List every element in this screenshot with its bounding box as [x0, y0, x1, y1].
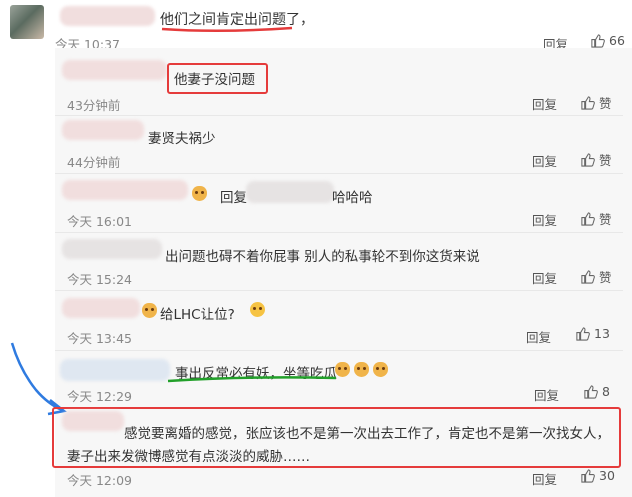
like-button[interactable]: 赞	[580, 209, 612, 228]
username-blurred[interactable]	[62, 298, 140, 318]
reply-text-line2: 妻子出来发微博感觉有点淡淡的威胁……	[67, 449, 310, 465]
doge-emoji-icon	[250, 302, 265, 317]
like-button[interactable]: 赞	[580, 150, 612, 169]
avatar[interactable]	[10, 5, 44, 39]
like-button[interactable]: 8	[583, 384, 610, 399]
like-count: 13	[594, 326, 610, 341]
username-blurred[interactable]	[62, 180, 188, 200]
reply-time: 今天 12:09	[67, 473, 132, 488]
divider	[55, 290, 623, 291]
reply-button[interactable]: 回复	[532, 210, 557, 229]
divider	[55, 232, 623, 233]
reply-text: 出问题也碍不着你屁事 别人的私事轮不到你这货来说	[165, 249, 480, 265]
reply-button[interactable]: 回复	[532, 268, 557, 287]
thumbs-up-icon	[576, 327, 590, 341]
reply-time: 今天 16:01	[67, 214, 132, 229]
divider	[55, 173, 623, 174]
like-button[interactable]: 30	[580, 468, 615, 483]
reply-button[interactable]: 回复	[526, 327, 551, 346]
like-button[interactable]: 66	[590, 33, 625, 48]
like-count: 30	[599, 468, 615, 483]
reply-time: 今天 13:45	[67, 331, 132, 346]
thumbs-up-icon	[581, 96, 595, 110]
mention-blurred[interactable]	[246, 181, 334, 203]
username-blurred[interactable]	[62, 60, 167, 80]
reply-prefix: 回复	[220, 190, 247, 206]
reply-time: 44分钟前	[67, 155, 121, 170]
reply-time: 今天 12:29	[67, 389, 132, 404]
reply-text: 给LHC让位?	[160, 307, 235, 323]
reply-button[interactable]: 回复	[532, 469, 557, 488]
like-button[interactable]: 赞	[580, 93, 612, 112]
like-label: 赞	[599, 96, 612, 111]
thumbs-up-icon	[581, 212, 595, 226]
username-blurred[interactable]	[62, 411, 124, 431]
red-underline	[161, 26, 293, 33]
reply-suffix: 哈哈哈	[332, 190, 373, 206]
reply-text: 他妻子没问题	[174, 72, 255, 88]
green-underline	[167, 376, 337, 383]
emoji-icon	[192, 186, 207, 201]
divider	[55, 350, 623, 351]
doge-emoji-icon	[354, 362, 369, 377]
username-blurred[interactable]	[60, 359, 170, 381]
thumbs-up-icon	[581, 153, 595, 167]
like-label: 赞	[599, 270, 612, 285]
reply-button[interactable]: 回复	[532, 94, 557, 113]
like-label: 赞	[599, 212, 612, 227]
doge-emoji-icon	[373, 362, 388, 377]
like-count: 66	[609, 33, 625, 48]
like-button[interactable]: 赞	[580, 267, 612, 286]
reply-time: 今天 15:24	[67, 272, 132, 287]
like-button[interactable]: 13	[575, 326, 610, 341]
reply-text-line1: 感觉要离婚的感觉，张应该也不是第一次出去工作了，肯定也不是第一次找女人，	[124, 426, 610, 442]
reply-text: 妻贤夫祸少	[148, 131, 216, 147]
divider	[55, 115, 623, 116]
thumbs-up-icon	[581, 469, 595, 483]
username-blurred[interactable]	[62, 239, 162, 259]
emoji-icon	[142, 303, 157, 318]
reply-button[interactable]: 回复	[534, 385, 559, 404]
thumbs-up-icon	[584, 385, 598, 399]
username-blurred[interactable]	[62, 120, 144, 140]
reply-button[interactable]: 回复	[532, 151, 557, 170]
like-count: 8	[602, 384, 610, 399]
username-blurred[interactable]	[60, 6, 155, 26]
reply-time: 43分钟前	[67, 98, 121, 113]
thumbs-up-icon	[581, 270, 595, 284]
thumbs-up-icon	[591, 34, 605, 48]
like-label: 赞	[599, 153, 612, 168]
